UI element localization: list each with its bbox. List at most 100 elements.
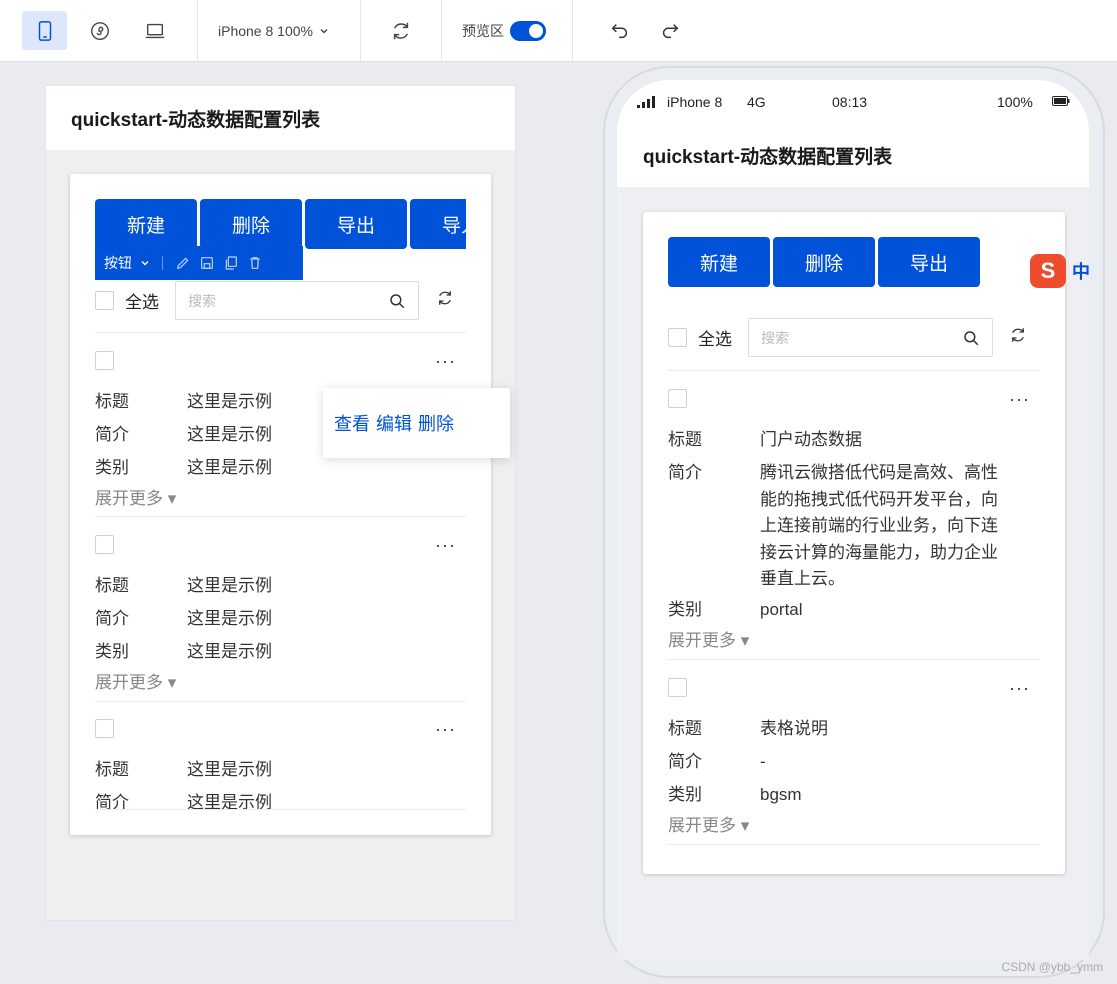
field-value: portal [760,599,803,619]
phone-list-card: 新建 删除 导出 全选 搜索 ··· 标题 门户动态数据 简介 腾讯云微搭低代码是高… [643,212,1065,874]
signal-icon [637,96,655,108]
search-input[interactable]: 搜索 [748,318,993,357]
field-value: 这里是示例 [187,425,272,444]
field-value: 这里是示例 [187,392,272,411]
more-icon[interactable]: ··· [1009,389,1030,410]
field-value: bgsm [760,785,802,804]
more-icon[interactable]: ··· [435,719,456,740]
preview-toggle-group: 预览区 [442,0,573,62]
search-input[interactable]: 搜索 [175,281,419,320]
more-icon[interactable]: ··· [1009,678,1030,699]
copy-icon[interactable] [223,255,239,271]
phone-list-toolbar: 全选 搜索 [668,318,1040,357]
field-label: 类别 [95,458,129,477]
item-checkbox[interactable] [668,678,687,697]
mobile-icon [38,20,51,41]
refresh-icon [439,291,451,305]
field-label: 类别 [668,599,702,619]
refresh-list-button[interactable] [436,289,454,312]
field-label: 简介 [668,752,702,771]
device-size-label: iPhone 8 100% [218,22,313,39]
select-all-checkbox[interactable] [95,291,114,310]
phone-action-buttons: 新建 删除 导出 [668,237,980,287]
editor-toolbar: iPhone 8 100% 预览区 [0,0,1117,62]
history-controls [573,20,681,42]
search-placeholder: 搜索 [188,292,216,309]
field-label: 简介 [95,609,129,628]
selection-label: 按钮 [104,255,132,271]
field-value: 表格说明 [760,719,828,738]
refresh-icon [393,22,409,39]
field-label: 标题 [668,430,702,449]
expand-more-button[interactable]: 展开更多 ▾ [668,626,1040,656]
refresh-preview-button[interactable] [361,0,442,62]
delete-button[interactable]: 删除 [773,237,875,287]
field-label: 标题 [95,392,129,411]
new-button[interactable]: 新建 [668,237,770,287]
clock: 08:13 [832,94,868,110]
trash-icon[interactable] [247,255,263,271]
watermark: CSDN @ybb_ymm [1001,960,1103,974]
battery-icon [1052,96,1070,106]
list-item: ··· 标题 表格说明 简介 - 类别 bgsm 展开更多 ▾ [668,678,1040,841]
ime-indicator[interactable]: S 中 [1030,254,1090,288]
edit-icon[interactable] [175,255,191,271]
redo-icon[interactable] [659,20,681,42]
expand-more-button[interactable]: 展开更多 ▾ [95,668,466,698]
field-label: 标题 [668,719,702,738]
search-icon [390,293,405,308]
list-item: ··· 标题 门户动态数据 简介 腾讯云微搭低代码是高效、高性能的拖拽式低代码开发平… [668,389,1040,656]
import-button[interactable]: 导入 [410,199,466,249]
item-checkbox[interactable] [95,535,114,554]
page-title: quickstart-动态数据配置列表 [46,86,515,150]
field-label: 简介 [668,463,702,482]
export-button[interactable]: 导出 [305,199,407,249]
field-value: 这里是示例 [187,609,272,628]
mini-program-device-button[interactable] [77,11,122,50]
desktop-device-button[interactable] [132,11,177,50]
edit-action[interactable]: 编辑 [376,410,412,436]
row-actions-popover: 查看 编辑 删除 [323,388,510,458]
save-icon[interactable] [199,255,215,271]
preview-label: 预览区 [462,22,504,39]
select-all-checkbox[interactable] [668,328,687,347]
search-icon [964,330,979,345]
select-all-label: 全选 [698,330,732,349]
field-value: 这里是示例 [187,458,272,477]
undo-icon[interactable] [609,20,631,42]
field-value: 这里是示例 [187,576,272,595]
delete-button[interactable]: 删除 [200,199,302,249]
item-checkbox[interactable] [95,719,114,738]
select-all-label: 全选 [125,293,159,312]
chevron-down-icon [320,28,328,33]
item-checkbox[interactable] [95,351,114,370]
search-placeholder: 搜索 [761,329,789,346]
field-value: 这里是示例 [187,760,272,779]
item-checkbox[interactable] [668,389,687,408]
expand-more-button[interactable]: 展开更多 ▾ [95,484,466,514]
view-action[interactable]: 查看 [334,410,370,436]
new-button[interactable]: 新建 [95,199,197,249]
mobile-device-button[interactable] [22,11,67,50]
device-switcher [0,0,198,62]
list-item: ··· 标题 这里是示例 简介 这里是示例 类别 这里是示例 展开更多 ▾ [95,535,466,698]
export-button[interactable]: 导出 [878,237,980,287]
carrier: iPhone 8 [667,94,723,110]
chevron-down-icon[interactable] [140,258,150,268]
list-toolbar: 全选 搜索 [95,281,466,320]
mini-program-icon [90,21,109,40]
device-size-select[interactable]: iPhone 8 100% [198,0,361,62]
phone-page-title: quickstart-动态数据配置列表 [617,124,1089,187]
network: 4G [747,94,766,110]
refresh-list-button[interactable] [1009,326,1027,349]
ime-mode: 中 [1072,262,1090,282]
delete-action[interactable]: 删除 [418,410,454,436]
preview-toggle[interactable] [510,20,546,41]
field-label: 简介 [95,793,129,809]
field-label: 标题 [95,576,129,595]
expand-more-button[interactable]: 展开更多 ▾ [668,811,1040,841]
field-value: 这里是示例 [187,793,272,809]
more-icon[interactable]: ··· [435,535,456,556]
field-value: 腾讯云微搭低代码是高效、高性能的拖拽式低代码开发平台，向上连接前端的行业业务，向… [760,463,998,588]
more-icon[interactable]: ··· [435,351,456,372]
